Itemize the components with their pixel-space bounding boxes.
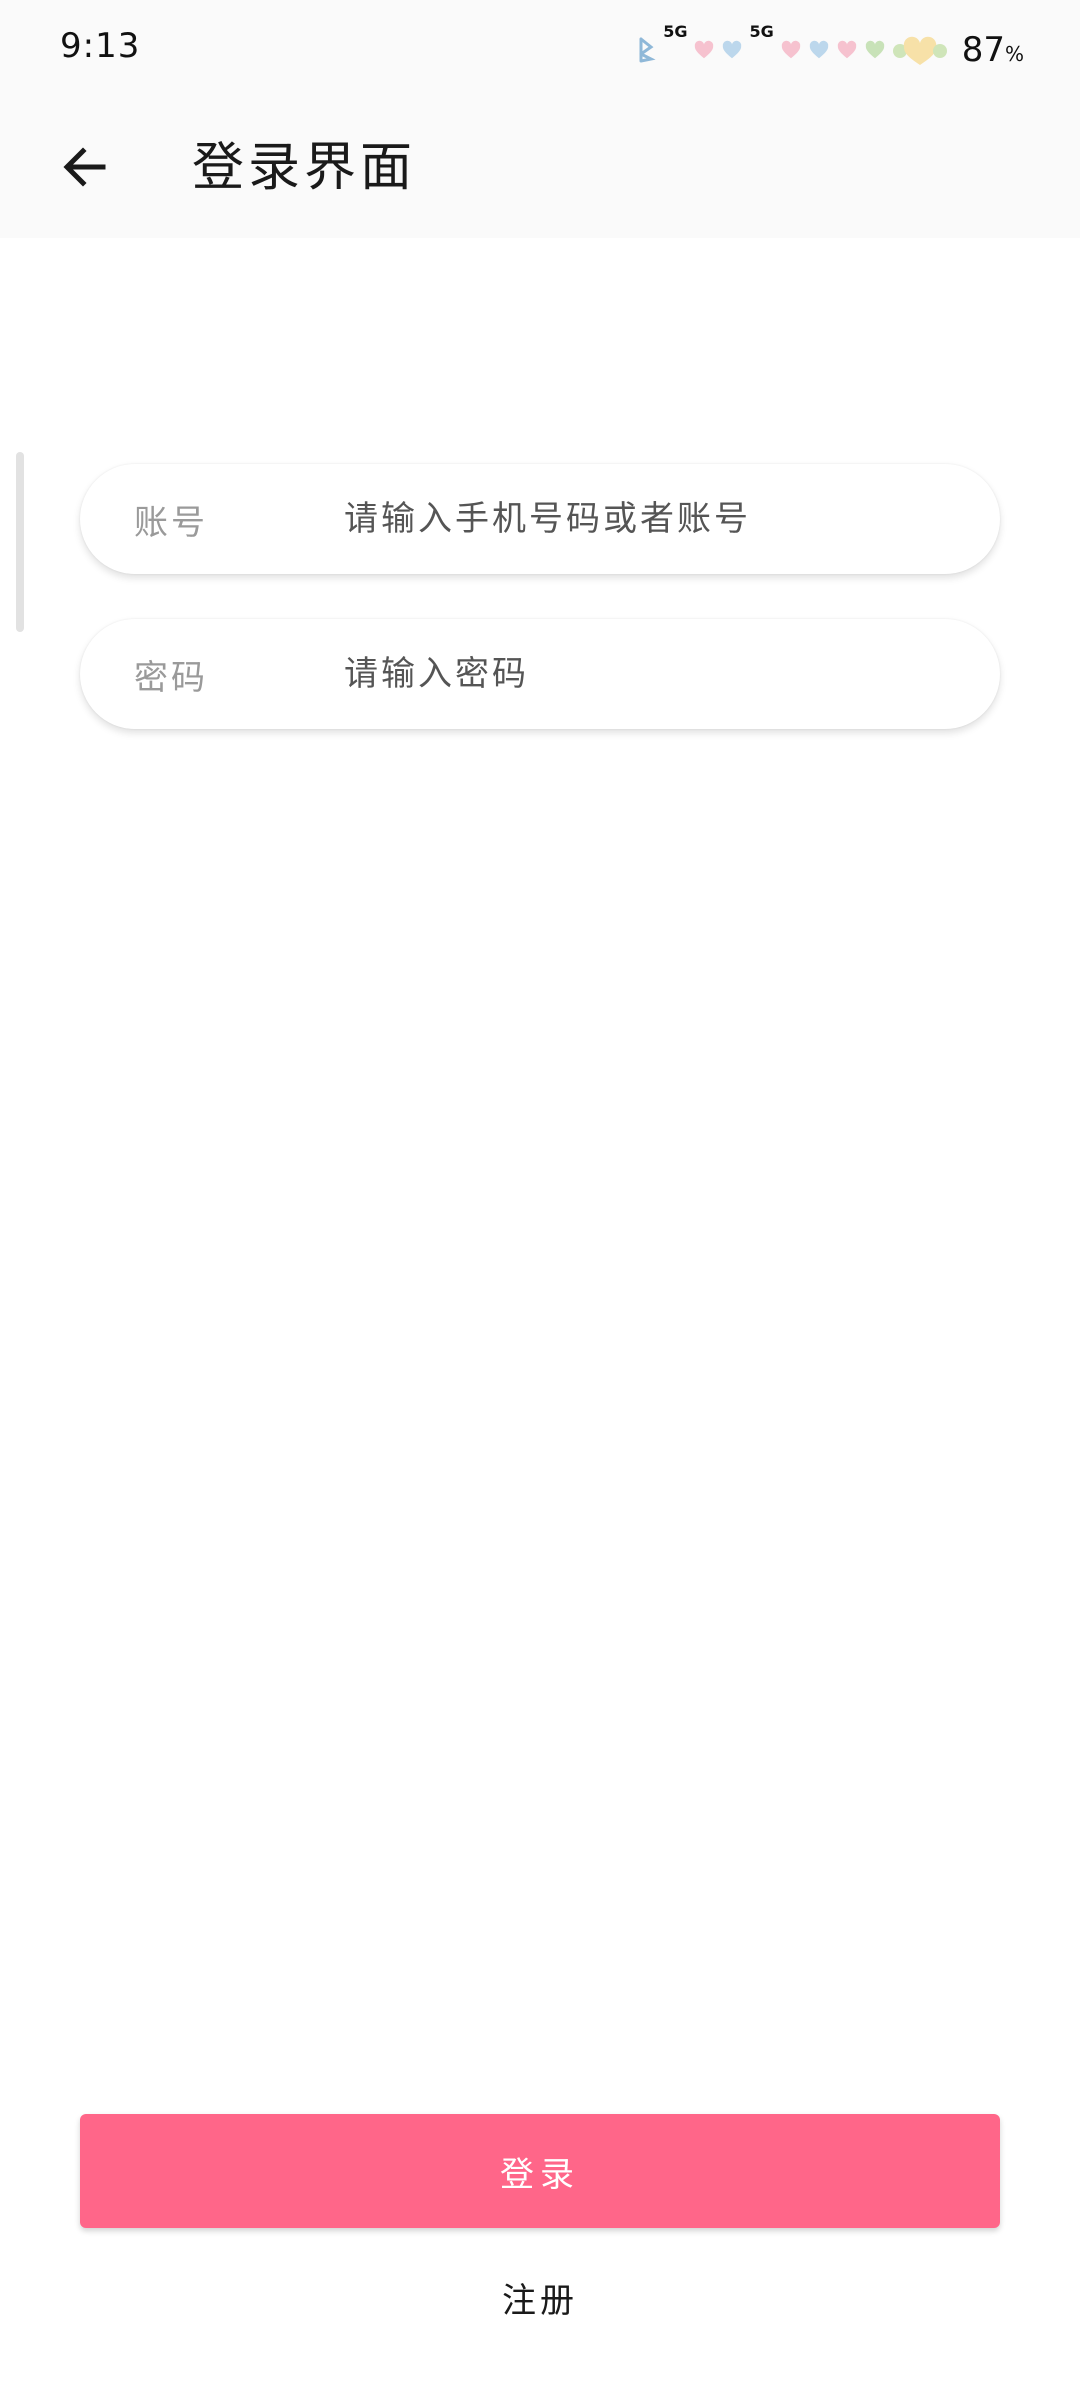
- battery-unit: %: [1004, 42, 1024, 66]
- heart-icon: [695, 40, 714, 59]
- arrow-left-icon: [63, 147, 106, 187]
- register-link[interactable]: 注册: [440, 2262, 640, 2332]
- network-5g-label: 5G: [663, 22, 688, 41]
- back-button[interactable]: [40, 122, 130, 212]
- password-field: 密码: [80, 619, 1000, 729]
- heart-icon: [781, 40, 800, 59]
- battery-level: 87%: [961, 30, 1024, 70]
- account-input[interactable]: [344, 484, 964, 554]
- heart-icon: [837, 40, 856, 59]
- bluetooth-icon: [639, 37, 656, 63]
- password-label: 密码: [134, 657, 208, 698]
- status-time: 9:13: [60, 26, 141, 66]
- heart-battery-icon: [892, 36, 947, 65]
- heart-icon: [809, 40, 828, 59]
- status-icons: 5G 5G 87%: [635, 22, 1024, 78]
- page-title: 登录界面: [192, 138, 417, 198]
- network-5g-label: 5G: [749, 22, 774, 41]
- scrollbar[interactable]: [16, 452, 24, 632]
- app-bar: 登录界面: [0, 96, 1080, 238]
- password-input[interactable]: [344, 639, 964, 709]
- login-button[interactable]: 登录: [80, 2114, 1000, 2228]
- heart-icon: [865, 40, 884, 59]
- status-bar: 9:13 5G 5G 87%: [0, 0, 1080, 96]
- account-label: 账号: [134, 502, 208, 543]
- account-field: 账号: [80, 464, 1000, 574]
- heart-icon: [723, 40, 742, 59]
